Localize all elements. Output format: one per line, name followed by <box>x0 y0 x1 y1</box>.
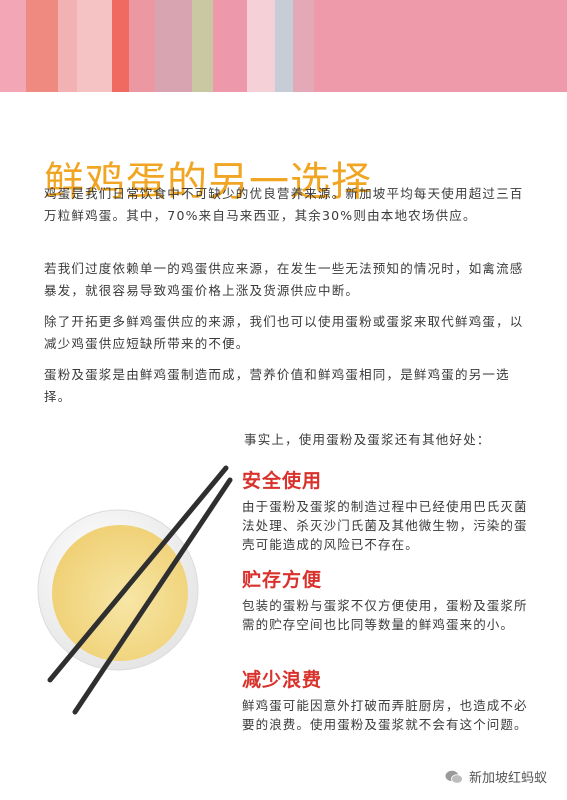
section-heading: 减少浪费 <box>242 669 323 691</box>
egg-bowl-chopsticks-illustration <box>37 465 233 715</box>
header-stripe <box>112 0 129 92</box>
header-stripe <box>128 0 156 92</box>
section-safe-use: 安全使用 由于蛋粉及蛋浆的制造过程中已经使用巴氏灭菌法处理、杀灭沙门氏菌及其他微… <box>242 466 530 554</box>
header-stripe <box>155 0 193 92</box>
section-storage: 贮存方便 包装的蛋粉与蛋浆不仅方便使用，蛋粉及蛋浆所需的贮存空间也比同等数量的鲜… <box>242 565 530 634</box>
header-stripe <box>274 0 294 92</box>
paragraph-2: 若我们过度依赖单一的鸡蛋供应来源，在发生一些无法预知的情况时，如禽流感暴发，就很… <box>44 261 524 298</box>
header-stripe <box>313 0 567 92</box>
watermark: 新加坡红蚂蚁 <box>440 765 551 788</box>
section-body: 鲜鸡蛋可能因意外打破而弄脏厨房，也造成不必要的浪费。使用蛋粉及蛋浆就不会有这个问… <box>242 698 528 732</box>
header-stripe <box>212 0 247 92</box>
paragraph-3: 除了开拓更多鲜鸡蛋供应的来源，我们也可以使用蛋粉或蛋浆来取代鲜鸡蛋，以减少鸡蛋供… <box>44 314 524 351</box>
paragraph-1: 鸡蛋是我们日常饮食中不可缺少的优良营养来源。新加坡平均每天使用超过三百万粒鲜鸡蛋… <box>44 186 524 223</box>
paragraph-4: 蛋粉及蛋浆是由鲜鸡蛋制造而成，营养价值和鲜鸡蛋相同，是鲜鸡蛋的另一选择。 <box>44 367 510 404</box>
header-stripe <box>0 0 27 92</box>
header-stripe <box>57 0 77 92</box>
section-less-waste: 减少浪费 鲜鸡蛋可能因意外打破而弄脏厨房，也造成不必要的浪费。使用蛋粉及蛋浆就不… <box>242 665 530 734</box>
watermark-text: 新加坡红蚂蚁 <box>468 771 547 786</box>
benefits-intro: 事实上，使用蛋粉及蛋浆还有其他好处： <box>244 432 491 447</box>
header-stripe <box>246 0 275 92</box>
header-stripe <box>26 0 58 92</box>
section-heading: 安全使用 <box>242 470 323 492</box>
section-body: 包装的蛋粉与蛋浆不仅方便使用，蛋粉及蛋浆所需的贮存空间也比同等数量的鲜鸡蛋来的小… <box>242 598 528 632</box>
section-heading: 贮存方便 <box>242 569 323 591</box>
header-stripe <box>293 0 314 92</box>
wechat-icon <box>445 770 463 784</box>
header-stripe <box>76 0 113 92</box>
header-stripes <box>0 0 567 92</box>
section-body: 由于蛋粉及蛋浆的制造过程中已经使用巴氏灭菌法处理、杀灭沙门氏菌及其他微生物，污染… <box>242 499 528 552</box>
header-stripe <box>192 0 213 92</box>
